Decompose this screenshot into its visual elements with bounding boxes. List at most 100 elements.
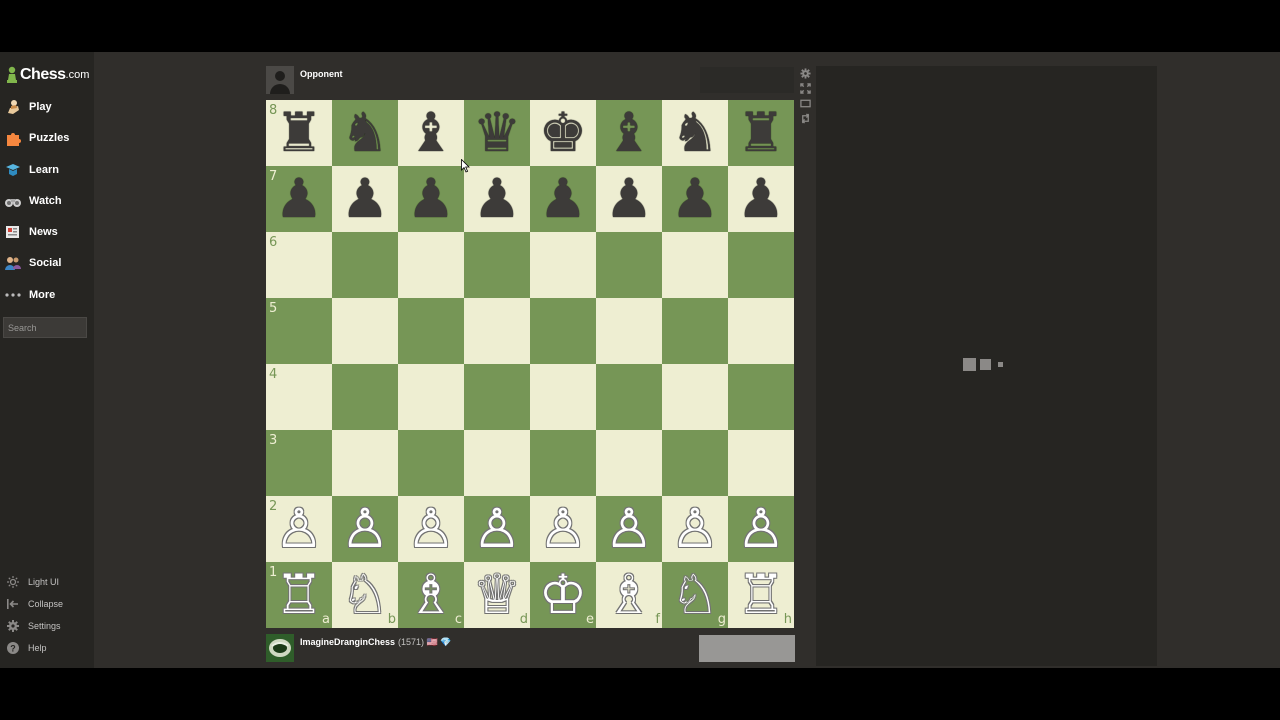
opponent-avatar[interactable] [266,66,294,94]
board-square[interactable]: g ♘ [662,562,728,628]
board-square[interactable] [398,364,464,430]
board-square[interactable] [728,298,794,364]
board-square[interactable] [332,232,398,298]
board-square[interactable] [398,430,464,496]
board-square[interactable] [332,364,398,430]
board-square[interactable] [464,364,530,430]
fullscreen-button[interactable] [799,82,811,94]
chess-piece[interactable]: ♙ [266,496,332,562]
chess-piece[interactable]: ♟ [266,166,332,232]
flip-board-button[interactable] [799,112,811,124]
chess-piece[interactable]: ♚ [530,100,596,166]
board-square[interactable]: ♙ [530,496,596,562]
board-square[interactable] [662,232,728,298]
board-square[interactable]: ♝ [596,100,662,166]
board-square[interactable] [530,364,596,430]
chess-piece[interactable]: ♙ [332,496,398,562]
chess-com-logo[interactable]: Chess .com [6,64,89,86]
board-square[interactable]: ♙ [464,496,530,562]
nav-more[interactable]: More [0,281,94,309]
chess-piece[interactable]: ♞ [332,100,398,166]
board-square[interactable] [464,430,530,496]
chess-piece[interactable]: ♙ [662,496,728,562]
chess-piece[interactable]: ♗ [596,562,662,628]
board-square[interactable]: ♙ [728,496,794,562]
board-square[interactable]: b ♘ [332,562,398,628]
board-settings-button[interactable] [799,67,811,79]
chess-piece[interactable]: ♛ [464,100,530,166]
help-link[interactable]: ? Help [0,639,94,657]
chess-piece[interactable]: ♙ [398,496,464,562]
board-square[interactable]: e ♔ [530,562,596,628]
chess-piece[interactable]: ♟ [530,166,596,232]
chess-piece[interactable]: ♟ [662,166,728,232]
board-square[interactable] [596,430,662,496]
nav-news[interactable]: News [0,218,94,246]
board-square[interactable]: ♟ [596,166,662,232]
board-square[interactable]: 2 ♙ [266,496,332,562]
theater-mode-button[interactable] [799,97,811,109]
board-square[interactable]: c ♗ [398,562,464,628]
board-square[interactable] [332,430,398,496]
opponent-name[interactable]: Opponent [300,69,343,79]
board-square[interactable] [332,298,398,364]
board-square[interactable] [464,298,530,364]
nav-play[interactable]: Play [0,93,94,121]
chess-piece[interactable]: ♙ [464,496,530,562]
board-square[interactable]: 4 [266,364,332,430]
board-square[interactable]: 1 a ♖ [266,562,332,628]
chess-piece[interactable]: ♖ [728,562,794,628]
nav-watch[interactable]: Watch [0,187,94,215]
nav-puzzles[interactable]: Puzzles [0,124,94,152]
chess-piece[interactable]: ♝ [398,100,464,166]
player-name[interactable]: ImagineDranginChess (1571) 🇺🇸 💎 [300,637,452,648]
board-square[interactable]: h ♖ [728,562,794,628]
board-square[interactable]: 7 ♟ [266,166,332,232]
board-square[interactable]: 5 [266,298,332,364]
board-square[interactable] [464,232,530,298]
settings-link[interactable]: Settings [0,617,94,635]
board-square[interactable] [398,232,464,298]
board-square[interactable]: 8 ♜ [266,100,332,166]
board-square[interactable]: ♟ [332,166,398,232]
board-square[interactable]: ♟ [662,166,728,232]
board-square[interactable]: ♚ [530,100,596,166]
search-input[interactable] [3,317,87,338]
chess-piece[interactable]: ♘ [332,562,398,628]
board-square[interactable] [596,364,662,430]
chess-piece[interactable]: ♟ [464,166,530,232]
chess-piece[interactable]: ♔ [530,562,596,628]
board-square[interactable]: ♟ [398,166,464,232]
chess-piece[interactable]: ♖ [266,562,332,628]
board-square[interactable] [728,430,794,496]
board-square[interactable] [398,298,464,364]
board-square[interactable]: ♟ [464,166,530,232]
chess-piece[interactable]: ♘ [662,562,728,628]
chess-piece[interactable]: ♟ [332,166,398,232]
chess-piece[interactable]: ♙ [530,496,596,562]
chess-piece[interactable]: ♟ [398,166,464,232]
chess-piece[interactable]: ♟ [596,166,662,232]
nav-learn[interactable]: Learn [0,156,94,184]
chess-piece[interactable]: ♙ [596,496,662,562]
chess-piece[interactable]: ♕ [464,562,530,628]
board-square[interactable]: ♙ [332,496,398,562]
board-square[interactable]: 6 [266,232,332,298]
chess-piece[interactable]: ♟ [728,166,794,232]
board-square[interactable] [596,298,662,364]
board-square[interactable]: ♟ [530,166,596,232]
board-square[interactable]: ♙ [596,496,662,562]
board-square[interactable]: d ♕ [464,562,530,628]
board-square[interactable]: ♙ [398,496,464,562]
board-square[interactable]: ♟ [728,166,794,232]
board-square[interactable]: ♜ [728,100,794,166]
player-avatar[interactable] [266,634,294,662]
chess-piece[interactable]: ♗ [398,562,464,628]
nav-social[interactable]: Social [0,249,94,277]
board-square[interactable]: ♞ [662,100,728,166]
board-square[interactable] [530,232,596,298]
light-ui-toggle[interactable]: Light UI [0,573,94,591]
board-square[interactable]: ♝ [398,100,464,166]
board-square[interactable] [662,364,728,430]
chess-piece[interactable]: ♙ [728,496,794,562]
